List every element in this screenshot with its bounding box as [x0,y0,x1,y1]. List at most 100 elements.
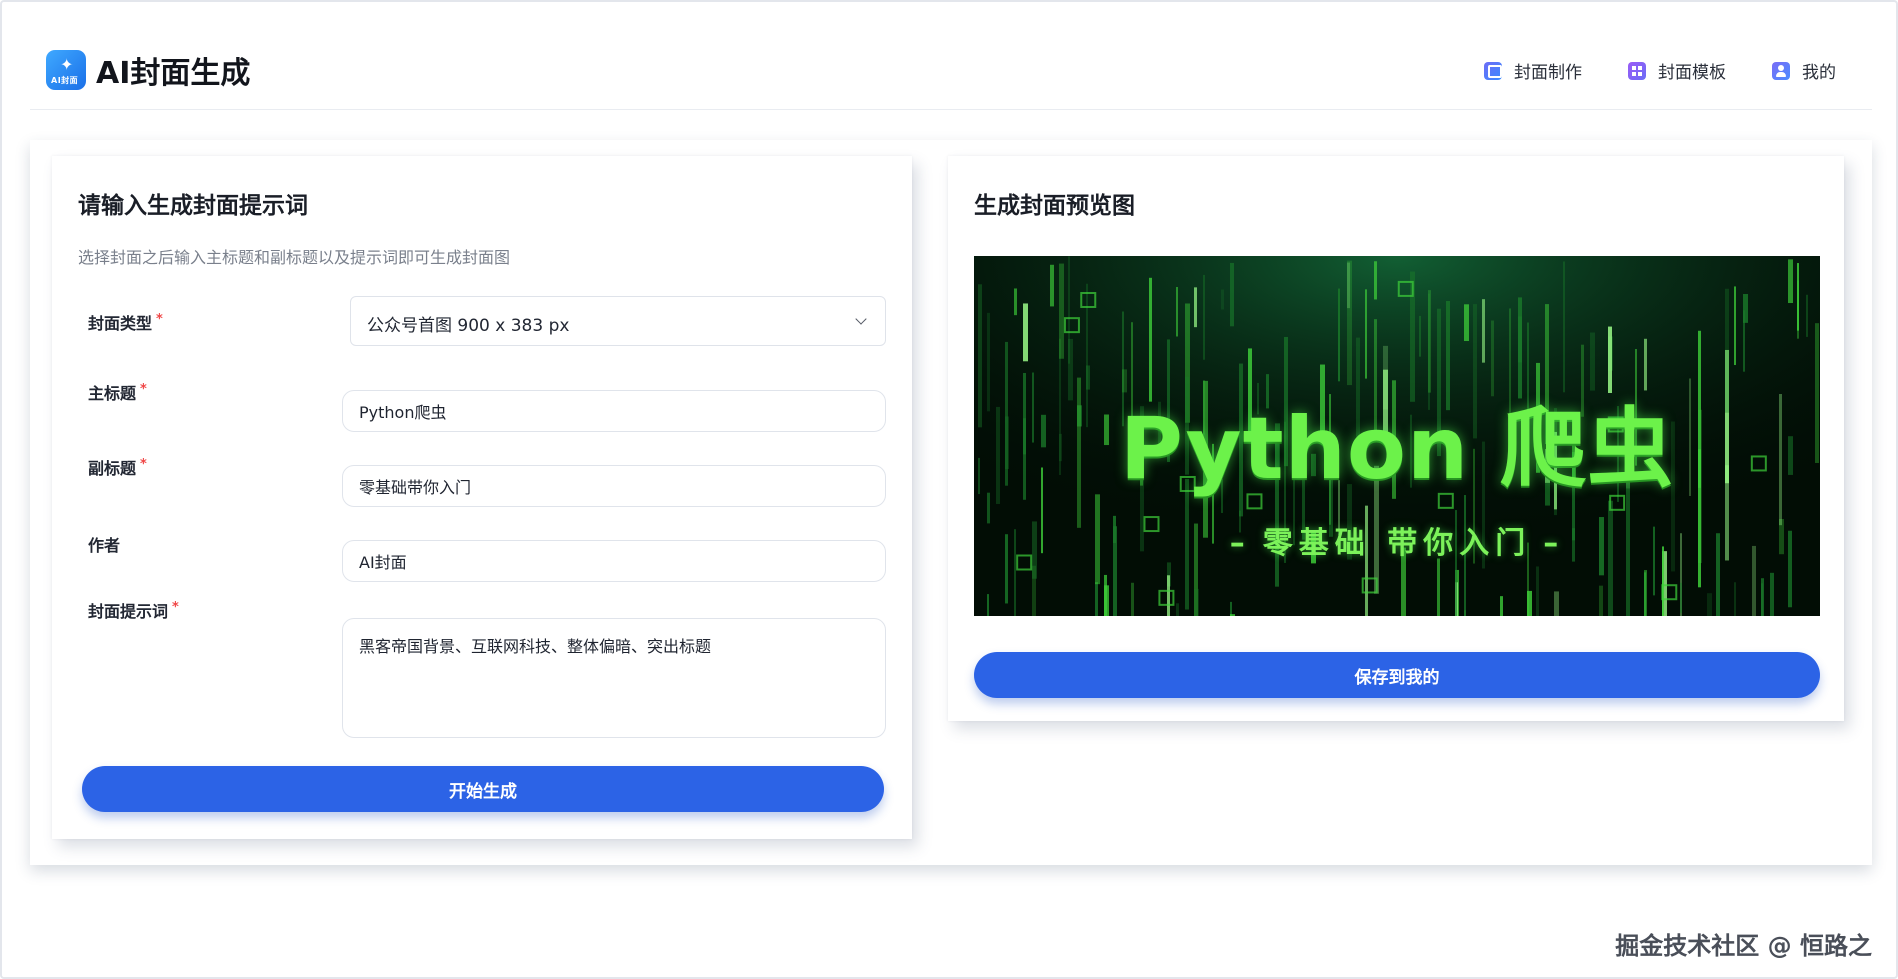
preview-subtitle-row: – 零基础 带你入门 – [974,518,1820,562]
code-stream [1104,585,1109,616]
cover-preview-image: Python 爬虫 – 零基础 带你入门 – [974,256,1820,616]
cover-type-value: 公众号首图 900 x 383 px [367,316,570,336]
code-stream [1680,582,1682,613]
label-text: 作者 [88,536,121,555]
brand[interactable]: ✦ AI封面 AI封面生成 [46,48,250,92]
form-title: 请输入生成封面提示词 [78,193,308,219]
code-stream [1131,582,1134,616]
code-stream [1797,263,1799,331]
code-stream [1770,572,1774,616]
code-stream [1725,288,1729,413]
code-stream [1599,585,1603,616]
code-stream [1374,261,1377,300]
code-stream [987,312,990,412]
code-stream [1707,593,1712,616]
code-stream [1536,566,1539,616]
required-mark: * [140,382,147,397]
code-stream [1518,316,1522,363]
preview-title: 生成封面预览图 [974,193,1135,219]
code-stream [987,594,989,616]
code-stream [1743,310,1745,372]
code-stream [1230,601,1232,616]
generate-button[interactable]: 开始生成 [82,766,884,812]
code-stream [1437,558,1440,616]
label-text: 副标题 [88,459,137,478]
code-stream [1050,264,1054,307]
nav-cover-create[interactable]: 封面制作 [1484,58,1582,83]
code-stream [1176,603,1179,616]
dash: – [1229,526,1251,561]
code-stream [1014,288,1017,316]
chevron-down-icon [855,313,867,325]
app-title: AI封面生成 [96,56,251,91]
preview-main-title: Python 爬虫 [1119,399,1675,499]
code-stream [1761,583,1763,616]
code-stream [1590,332,1595,391]
code-stream [1068,256,1070,364]
author-label: 作者 [88,532,120,556]
required-mark: * [172,600,179,615]
label-text: 主标题 [88,384,137,403]
code-stream [1221,289,1224,310]
code-stream [1608,326,1612,394]
image-frame-icon [1484,61,1502,80]
save-to-mine-button[interactable]: 保存到我的 [974,652,1820,698]
code-stream [1491,320,1494,397]
nav-label: 封面模板 [1658,63,1726,83]
user-icon [1772,61,1790,80]
subtitle-input[interactable] [342,465,886,507]
grid-template-icon [1628,61,1646,80]
preview-card: 生成封面预览图 Python 爬虫 – 零基础 带你入门 – 保存到我的 [948,156,1844,721]
code-stream [1419,315,1421,357]
code-stream [1428,290,1431,393]
code-stream [1059,263,1064,359]
sparkle-icon: ✦ [60,55,74,74]
code-stream [1122,369,1127,393]
code-stream [1365,289,1367,379]
main-container: 请输入生成封面提示词 选择封面之后输入主标题和副标题以及提示词即可生成封面图 封… [30,140,1872,865]
code-stream [1554,591,1559,616]
code-stream [1527,590,1532,616]
code-stream [1788,259,1793,304]
code-stream [1644,338,1647,391]
required-mark: * [140,457,147,472]
prompt-form-card: 请输入生成封面提示词 选择封面之后输入主标题和副标题以及提示词即可生成封面图 封… [52,156,912,839]
app-logo-icon: ✦ AI封面 [46,50,86,90]
logo-text: AI封面 [51,76,79,85]
nav-label: 我的 [1802,63,1836,83]
watermark: 掘金技术社区 @ 恒路之 [1615,932,1872,960]
code-stream [1734,582,1736,616]
dash: – [1543,526,1565,561]
nav-cover-templates[interactable]: 封面模板 [1628,58,1726,83]
main-title-label: 主标题 * [88,380,147,404]
form-description: 选择封面之后输入主标题和副标题以及提示词即可生成封面图 [78,248,511,267]
cover-type-select[interactable]: 公众号首图 900 x 383 px [350,296,886,346]
code-stream [1194,287,1197,328]
required-mark: * [156,312,163,327]
code-stream [1734,286,1736,366]
code-stream [1176,287,1178,337]
code-stream [1149,277,1152,402]
prompt-textarea[interactable] [342,618,886,738]
code-stream [1095,582,1098,616]
main-title-input[interactable] [342,390,886,432]
code-stream [1023,303,1028,362]
code-stream [1806,294,1808,337]
top-nav: 封面制作 封面模板 我的 [1438,58,1836,83]
code-stream [1086,365,1090,390]
label-text: 封面类型 [88,314,153,333]
cover-type-label: 封面类型 * [88,310,163,334]
prompt-label: 封面提示词 * [88,598,179,622]
code-stream [1230,614,1235,616]
code-stream [1644,570,1647,616]
top-header: ✦ AI封面 AI封面生成 封面制作 封面模板 我的 [30,30,1872,110]
author-input[interactable] [342,540,886,582]
subtitle-label: 副标题 * [88,455,147,479]
code-stream [1194,588,1199,616]
label-text: 封面提示词 [88,602,169,621]
code-stream [1563,261,1565,393]
code-stream [1482,299,1485,363]
code-stream [1500,596,1503,616]
nav-mine[interactable]: 我的 [1772,58,1836,83]
code-stream [1230,262,1234,327]
